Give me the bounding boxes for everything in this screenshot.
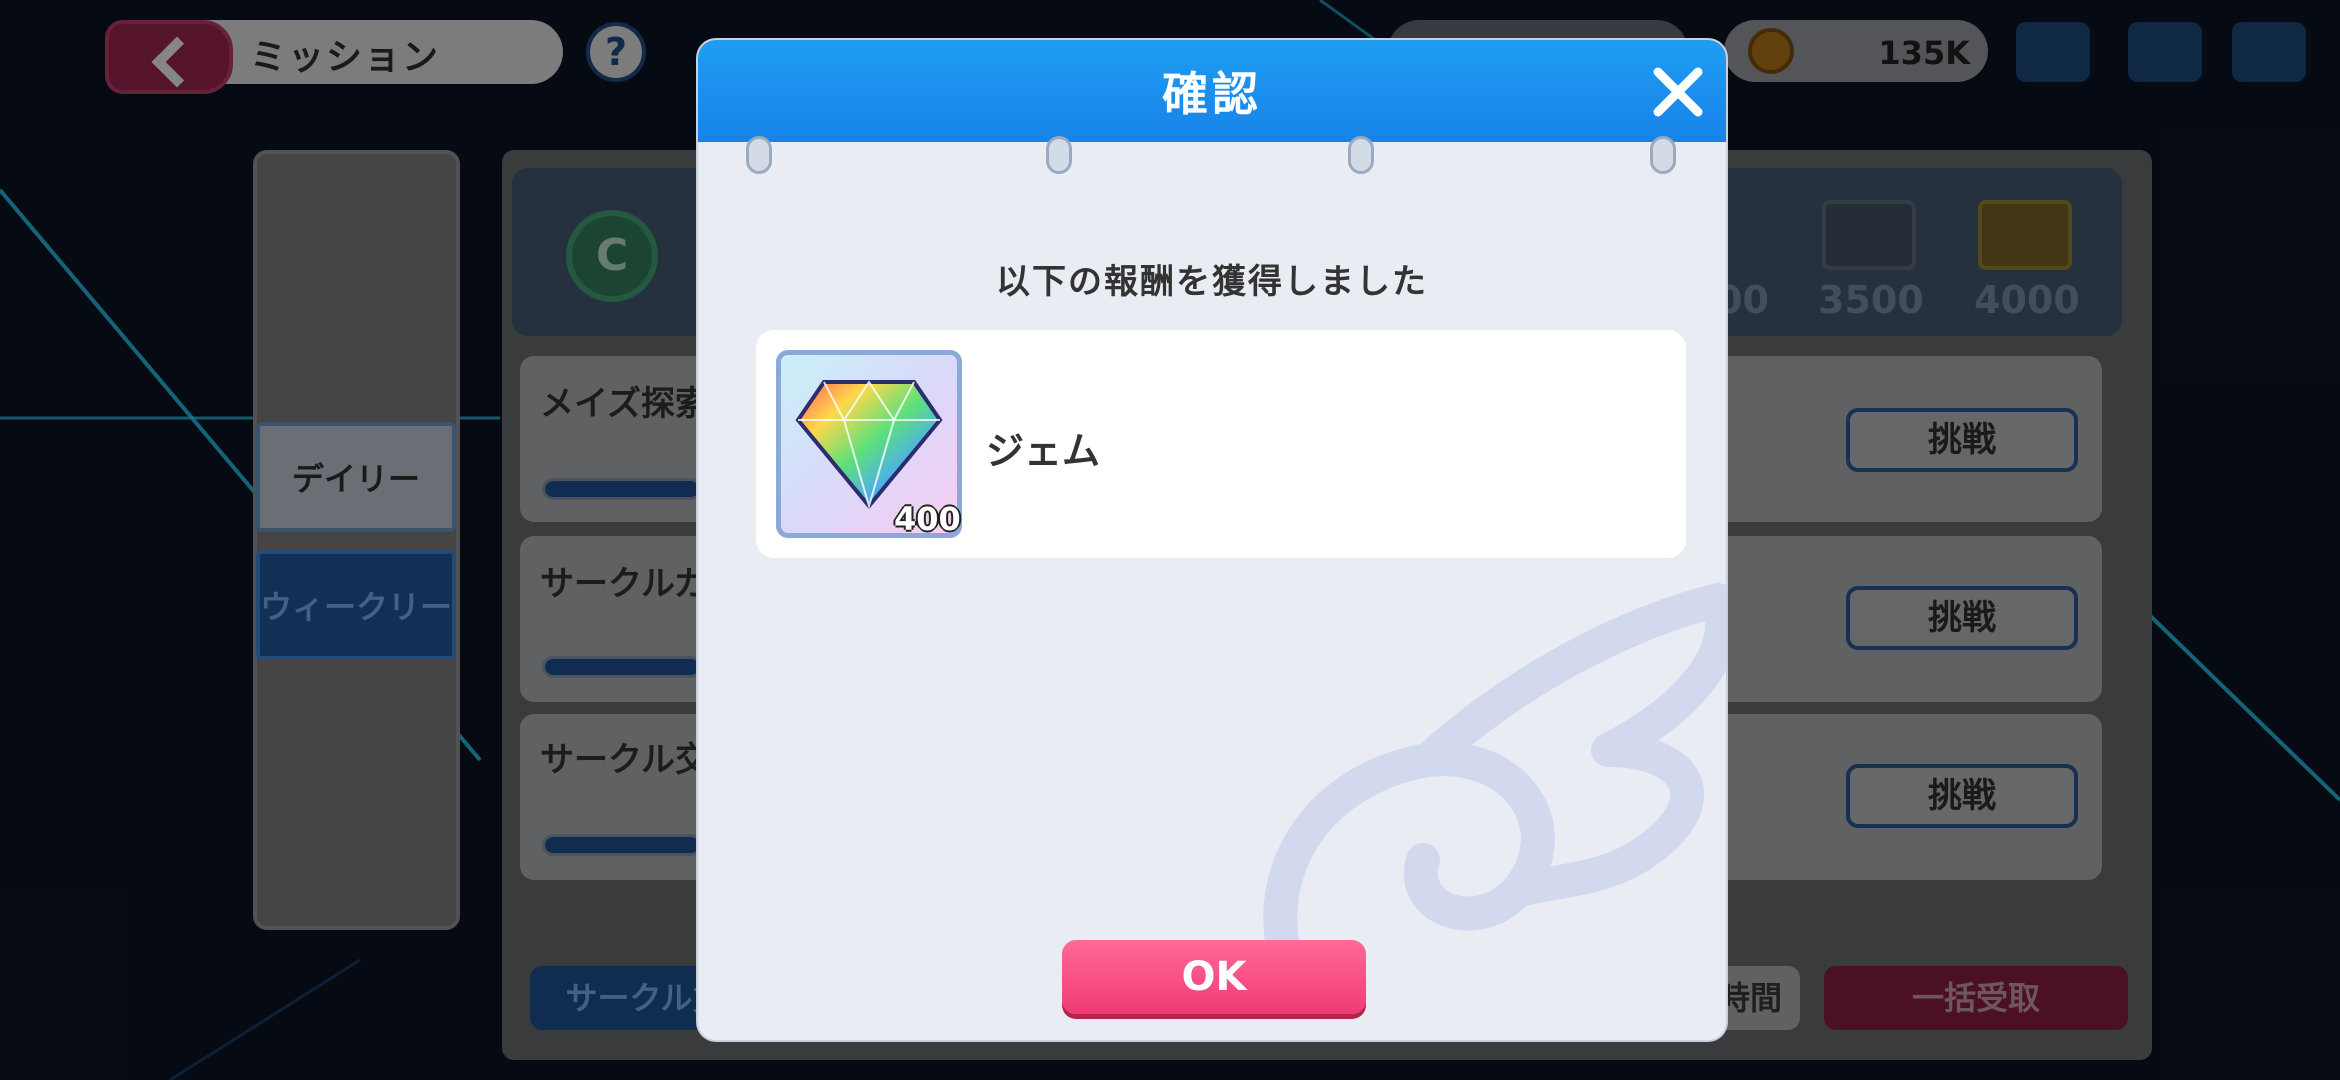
- ok-button[interactable]: OK: [1062, 940, 1366, 1014]
- confirm-dialog: 確認 以下の報酬を獲得しました 400 ジェム OK: [698, 40, 1726, 1040]
- binder-ring: [1650, 136, 1676, 174]
- reward-message: 以下の報酬を獲得しました: [996, 262, 1428, 302]
- close-icon[interactable]: [1648, 62, 1708, 122]
- dialog-title: 確認: [1162, 67, 1262, 121]
- binder-ring: [746, 136, 772, 174]
- binder-ring: [1046, 136, 1072, 174]
- rainbow-gem-icon: [795, 380, 943, 510]
- reward-name: ジェム: [986, 429, 1101, 473]
- binder-ring: [1348, 136, 1374, 174]
- reward-quantity: 400: [894, 500, 961, 538]
